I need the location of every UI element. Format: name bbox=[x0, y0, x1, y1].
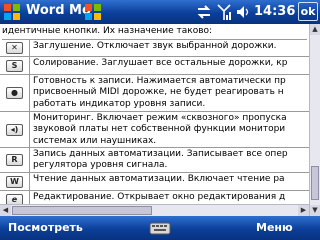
scroll-left-arrow-icon[interactable]: ◀ bbox=[0, 205, 11, 216]
mute-icon: ✕ bbox=[6, 42, 23, 54]
row-description: Заглушение. Отключает звук выбранной дор… bbox=[33, 41, 277, 51]
title-bar: Word Mo 14:36 ok bbox=[0, 0, 320, 24]
scroll-right-arrow-icon[interactable]: ▶ bbox=[298, 205, 309, 216]
scroll-down-arrow-icon[interactable]: ▼ bbox=[310, 205, 320, 216]
automation-write-icon: W bbox=[6, 175, 23, 188]
clock[interactable]: 14:36 bbox=[254, 4, 295, 19]
connection-icon[interactable] bbox=[196, 4, 212, 20]
horizontal-scroll-thumb[interactable] bbox=[12, 206, 152, 215]
windows-flag-icon bbox=[85, 4, 101, 20]
menu-softkey[interactable]: Меню bbox=[256, 221, 293, 234]
scroll-up-arrow-icon[interactable]: ▲ bbox=[310, 24, 320, 35]
softkey-bar: Посмотреть Меню bbox=[0, 216, 320, 240]
intro-text: идентичные кнопки. Их назначение таково: bbox=[2, 25, 307, 40]
ok-button[interactable]: ok bbox=[298, 2, 318, 21]
horizontal-scrollbar[interactable]: ◀ ▶ bbox=[0, 204, 309, 216]
table-row: W Чтение данных автоматизации. Включает … bbox=[0, 173, 309, 191]
automation-read-icon: R bbox=[6, 154, 23, 166]
solo-icon: S bbox=[6, 59, 23, 72]
record-arm-icon: ● bbox=[6, 87, 23, 99]
vertical-scrollbar[interactable]: ▲ ▼ bbox=[309, 24, 320, 216]
row-description: Запись данных автоматизации. Записывает … bbox=[33, 149, 288, 171]
row-description: Готовность к записи. Нажимается автомати… bbox=[33, 76, 286, 109]
table-row: ● Готовность к записи. Нажимается автома… bbox=[0, 75, 309, 112]
table-row: ◂) Мониторинг. Включает режим «сквозного… bbox=[0, 112, 309, 148]
table-row: ✕ Заглушение. Отключает звук выбранной д… bbox=[0, 40, 309, 57]
volume-icon[interactable] bbox=[236, 4, 250, 20]
row-description: Редактирование. Открывает окно редактиро… bbox=[33, 192, 286, 202]
vertical-scroll-thumb[interactable] bbox=[311, 166, 319, 200]
keyboard-icon[interactable] bbox=[149, 220, 171, 236]
row-description: Чтение данных автоматизации. Включает чт… bbox=[33, 174, 285, 184]
document-view[interactable]: идентичные кнопки. Их назначение таково:… bbox=[0, 24, 309, 216]
table-row: R Запись данных автоматизации. Записывае… bbox=[0, 148, 309, 173]
row-description: Солирование. Заглушает все остальные дор… bbox=[33, 58, 288, 68]
signal-icon[interactable] bbox=[216, 3, 232, 21]
row-description: Мониторинг. Включает режим «сквозного» п… bbox=[33, 113, 287, 146]
table-row: S Солирование. Заглушает все остальные д… bbox=[0, 57, 309, 75]
monitor-icon: ◂) bbox=[6, 123, 23, 136]
view-softkey[interactable]: Посмотреть bbox=[8, 221, 83, 234]
windows-start-icon[interactable] bbox=[2, 2, 22, 22]
